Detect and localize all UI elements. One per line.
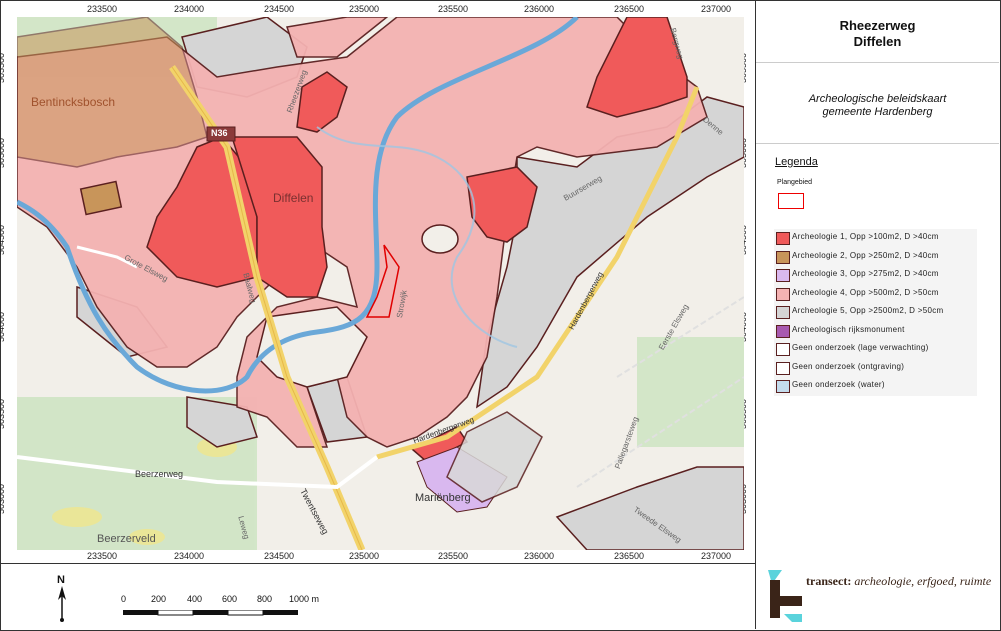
x-tick-bottom: 234000 bbox=[174, 551, 205, 561]
x-tick-bottom: 233500 bbox=[87, 551, 118, 561]
y-tick-left: 505000 bbox=[0, 137, 7, 169]
x-tick-top: 235500 bbox=[438, 4, 469, 14]
legend-item: Archeologisch rijksmonument bbox=[774, 322, 977, 341]
label-beerzerveld: Beerzerveld bbox=[97, 533, 156, 545]
title-block: Rheezerweg Diffelen bbox=[756, 0, 999, 63]
title-line-1: Rheezerweg bbox=[839, 18, 916, 33]
legend-item: Geen onderzoek (ontgraving) bbox=[774, 359, 977, 378]
subtitle-line-2: gemeente Hardenberg bbox=[822, 106, 933, 118]
subtitle-line-1: Archeologische beleidskaart bbox=[808, 93, 947, 105]
label-marienberg: Mariënberg bbox=[415, 492, 471, 504]
legend-swatch bbox=[776, 287, 790, 301]
legend-swatch bbox=[776, 361, 790, 375]
legend-swatch bbox=[776, 380, 790, 393]
x-tick-top: 237000 bbox=[701, 4, 732, 14]
x-tick-top: 236000 bbox=[524, 4, 555, 14]
scale-bar bbox=[123, 610, 298, 616]
legend-swatch bbox=[776, 232, 790, 245]
legend-item: Archeologie 2, Opp >250m2, D >40cm bbox=[774, 248, 977, 267]
legend-swatch bbox=[776, 269, 790, 282]
y-tick-left: 504500 bbox=[0, 224, 7, 256]
legend-label: Archeologisch rijksmonument bbox=[792, 324, 905, 334]
x-tick-bottom: 236000 bbox=[524, 551, 555, 561]
footer-bar: N 0 200 400 600 800 1000 m transect: arc… bbox=[0, 564, 999, 629]
plangebied-label: Plangebied bbox=[777, 179, 813, 186]
legend-label: Archeologie 1, Opp >100m2, D >40cm bbox=[792, 232, 939, 241]
x-tick-bottom: 234500 bbox=[264, 551, 295, 561]
legend-item: Archeologie 1, Opp >100m2, D >40cm bbox=[774, 229, 977, 248]
legend-label: Geen onderzoek (ontgraving) bbox=[792, 361, 905, 371]
x-tick-bottom: 235000 bbox=[349, 551, 380, 561]
x-tick-top: 234000 bbox=[174, 4, 205, 14]
x-tick-top: 234500 bbox=[264, 4, 295, 14]
legend-item: Geen onderzoek (lage verwachting) bbox=[774, 340, 977, 359]
legend-label: Archeologie 2, Opp >250m2, D >40cm bbox=[792, 250, 939, 260]
x-tick-bottom: 237000 bbox=[701, 551, 732, 561]
legend-label: Geen onderzoek (lage verwachting) bbox=[792, 343, 929, 352]
y-tick-left: 504000 bbox=[0, 311, 7, 343]
legend-label: Geen onderzoek (water) bbox=[792, 380, 885, 389]
legend-item: Archeologie 5, Opp >2500m2, D >50cm bbox=[774, 303, 977, 322]
x-tick-bottom: 235500 bbox=[438, 551, 469, 561]
legend-item: Archeologie 4, Opp >500m2, D >50cm bbox=[774, 285, 977, 304]
y-tick-left: 503500 bbox=[0, 398, 7, 430]
plangebied-swatch bbox=[778, 193, 804, 209]
label-bentincksbosch: Bentincksbosch bbox=[31, 95, 116, 109]
legend-swatch bbox=[776, 324, 790, 338]
scale-panel bbox=[0, 564, 756, 629]
legend-swatch bbox=[776, 343, 790, 356]
north-arrow-icon: N bbox=[57, 574, 66, 622]
legend-label: Archeologie 5, Opp >2500m2, D >50cm bbox=[792, 306, 944, 315]
scale-label-600: 600 bbox=[222, 594, 238, 604]
map-panel: 233500 234000 234500 235000 235500 23600… bbox=[0, 0, 756, 564]
legend-heading: Legenda bbox=[775, 156, 818, 168]
legend-list: Archeologie 1, Opp >100m2, D >40cm Archeo… bbox=[774, 229, 977, 396]
x-tick-top: 235000 bbox=[349, 4, 380, 14]
y-tick-left: 505500 bbox=[0, 52, 7, 84]
scale-label-200: 200 bbox=[151, 594, 167, 604]
logo-brand: transect: bbox=[806, 574, 852, 588]
legend-swatch bbox=[776, 250, 790, 264]
legend-swatch bbox=[776, 306, 790, 319]
label-beerzerweg: Beerzerweg bbox=[135, 469, 184, 479]
title-line-2: Diffelen bbox=[853, 34, 902, 49]
scale-label-800: 800 bbox=[257, 594, 273, 604]
scale-label-1000: 1000 m bbox=[289, 594, 320, 604]
map-canvas[interactable]: Bentincksbosch Diffelen N36 Beerzerweg B… bbox=[17, 17, 744, 550]
logo-tagline: archeologie, erfgoed, ruimte bbox=[854, 574, 992, 588]
logo-text: transect: archeologie, erfgoed, ruimte bbox=[806, 574, 991, 589]
subtitle-block: Archeologische beleidskaart gemeente Har… bbox=[756, 63, 999, 144]
y-tick-left: 503000 bbox=[0, 483, 7, 515]
north-label: N bbox=[57, 574, 65, 586]
transect-logo-icon bbox=[768, 570, 802, 622]
legend-panel: Rheezerweg Diffelen Archeologische belei… bbox=[756, 0, 999, 563]
legend-item: Geen onderzoek (water) bbox=[774, 377, 977, 396]
label-diffelen: Diffelen bbox=[273, 191, 314, 205]
legend-label: Archeologie 4, Opp >500m2, D >50cm bbox=[792, 287, 939, 297]
scale-label-0: 0 bbox=[121, 594, 127, 604]
scale-label-400: 400 bbox=[187, 594, 203, 604]
legend-label: Archeologie 3, Opp >275m2, D >40cm bbox=[792, 269, 939, 278]
x-tick-top: 236500 bbox=[614, 4, 645, 14]
label-n36: N36 bbox=[211, 128, 228, 138]
legend-item: Archeologie 3, Opp >275m2, D >40cm bbox=[774, 266, 977, 285]
x-tick-top: 233500 bbox=[87, 4, 118, 14]
x-tick-bottom: 236500 bbox=[614, 551, 645, 561]
map-svg bbox=[17, 17, 744, 550]
